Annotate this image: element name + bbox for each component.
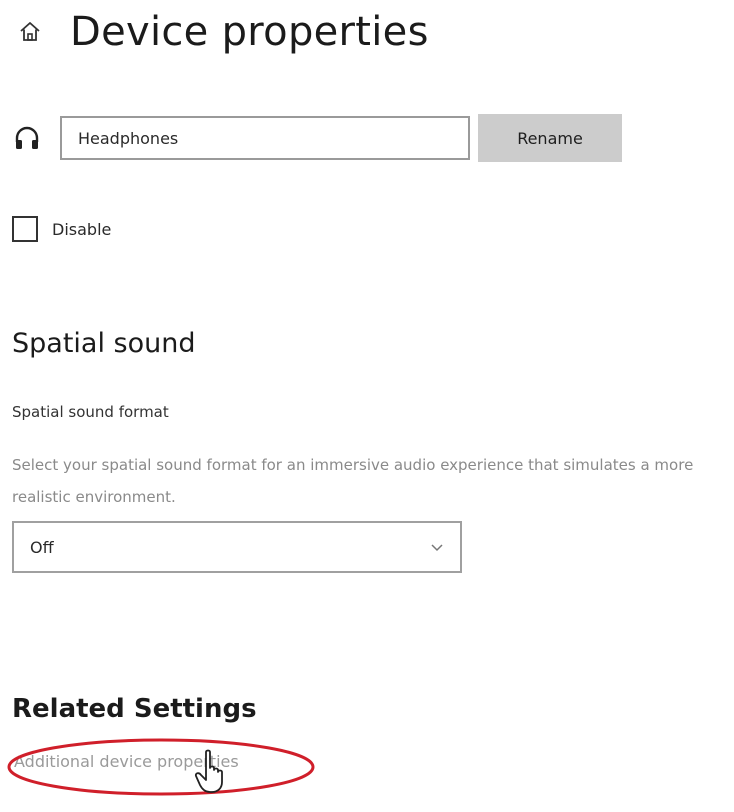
disable-checkbox[interactable]	[12, 216, 38, 242]
device-properties-page: Device properties Rename Disable Spatial…	[0, 0, 734, 812]
spatial-format-label: Spatial sound format	[12, 403, 169, 421]
spatial-sound-heading: Spatial sound	[12, 328, 196, 359]
page-title: Device properties	[70, 9, 429, 55]
rename-button[interactable]: Rename	[478, 114, 622, 162]
spatial-format-dropdown[interactable]: Off	[12, 521, 462, 573]
device-name-row: Rename	[12, 114, 622, 162]
page-header: Device properties	[18, 6, 429, 58]
spatial-format-selected: Off	[30, 537, 54, 557]
home-icon[interactable]	[18, 20, 42, 44]
spatial-format-description: Select your spatial sound format for an …	[12, 456, 694, 506]
chevron-down-icon	[428, 538, 446, 556]
disable-checkbox-row[interactable]: Disable	[12, 216, 111, 242]
related-settings-heading: Related Settings	[12, 694, 257, 724]
device-name-input[interactable]	[60, 116, 470, 160]
headphones-icon	[12, 123, 42, 153]
additional-device-properties-link[interactable]: Additional device properties	[14, 752, 239, 771]
disable-label: Disable	[52, 219, 112, 239]
